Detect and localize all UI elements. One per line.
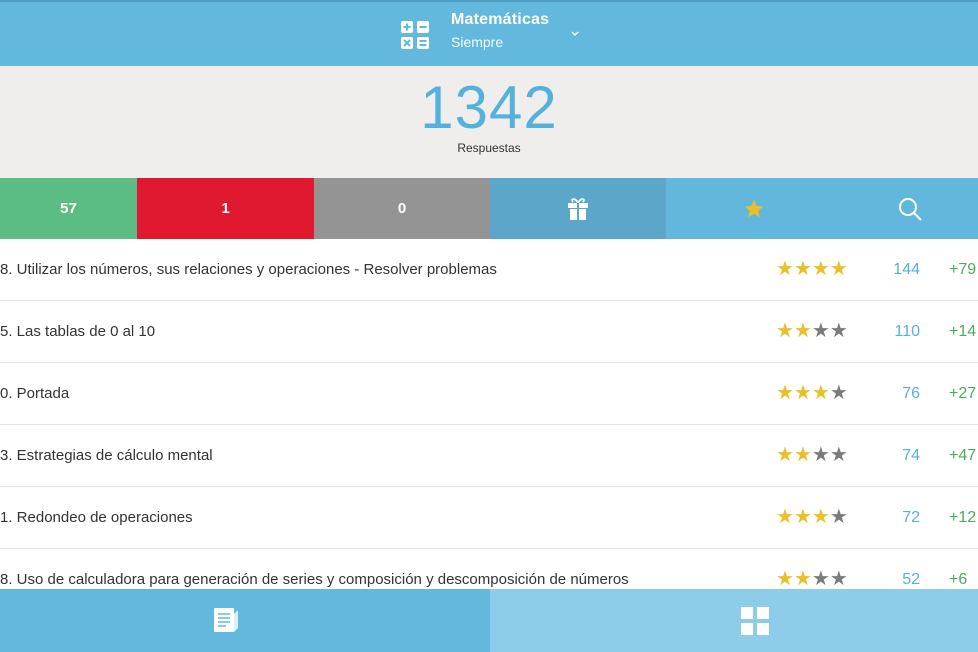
topic-label: 8. Uso de calculadora para generación de… [0, 571, 629, 588]
star-rating: ★★★★ [776, 256, 848, 281]
filter-skipped-button[interactable]: 0 [314, 178, 490, 239]
star-rating: ★★★★ [776, 504, 848, 529]
star-rating: ★★★★ [776, 318, 848, 343]
star-icon: ★ [793, 506, 812, 528]
filter-correct-button[interactable]: 57 [0, 178, 137, 239]
notebook-icon [214, 608, 238, 632]
topic-count: 52 [902, 571, 920, 588]
star-icon: ★ [811, 320, 830, 342]
star-rating: ★★★★ [776, 566, 848, 589]
star-icon: ★ [829, 506, 848, 528]
topic-delta: +79 [949, 261, 977, 278]
calculator-icon [401, 21, 429, 49]
star-icon: ★ [811, 568, 830, 589]
skipped-count: 0 [397, 200, 407, 217]
filter-search-button[interactable] [842, 178, 978, 239]
grid-icon [741, 607, 769, 635]
filter-wrong-button[interactable]: 1 [137, 178, 314, 239]
star-icon: ★ [811, 444, 830, 466]
star-rating: ★★★★ [776, 442, 848, 467]
filter-bar: 57 1 0 [0, 178, 978, 239]
bottom-nav [0, 589, 978, 652]
star-icon: ★ [776, 320, 794, 342]
topic-label: 5. Las tablas de 0 al 10 [0, 323, 156, 340]
period-subtitle: Siempre [451, 34, 504, 50]
star-icon: ★ [793, 320, 812, 342]
score-panel: 1342 Respuestas [0, 66, 978, 178]
topic-delta: +6 [949, 571, 968, 588]
app-header: Matemáticas Siempre [0, 0, 978, 66]
star-icon: ★ [811, 506, 830, 528]
topic-list: 8. Utilizar los números, sus relaciones … [0, 239, 978, 589]
list-item[interactable]: 5. Las tablas de 0 al 10 ★★★★ 110 +14 [0, 301, 978, 363]
tab-notes[interactable] [0, 589, 490, 652]
star-icon: ★ [776, 258, 794, 280]
star-icon: ★ [793, 258, 812, 280]
list-item[interactable]: 3. Estrategias de cálculo mental ★★★★ 74… [0, 425, 978, 487]
gift-icon [568, 197, 588, 220]
topic-count: 76 [902, 385, 920, 402]
star-icon: ★ [829, 258, 848, 280]
topic-count: 72 [902, 509, 920, 526]
topic-label: 3. Estrategias de cálculo mental [0, 447, 213, 464]
star-icon: ★ [829, 382, 848, 404]
answers-count: 1342 [420, 74, 558, 141]
chevron-down-icon[interactable] [568, 27, 582, 39]
star-icon: ★ [776, 568, 794, 589]
star-icon: ★ [829, 568, 848, 589]
star-rating: ★★★★ [776, 380, 848, 405]
star-icon: ★ [793, 382, 812, 404]
answers-label: Respuestas [457, 141, 521, 155]
subject-title: Matemáticas [451, 11, 550, 28]
star-icon: ★ [811, 258, 830, 280]
list-item[interactable]: 0. Portada ★★★★ 76 +27 [0, 363, 978, 425]
topic-label: 1. Redondeo de operaciones [0, 509, 193, 526]
star-icon [744, 199, 764, 217]
star-icon: ★ [793, 568, 812, 589]
topic-count: 110 [894, 323, 920, 340]
topic-count: 144 [893, 261, 920, 278]
topic-delta: +12 [949, 509, 977, 526]
star-icon: ★ [776, 506, 794, 528]
star-icon: ★ [829, 320, 848, 342]
topic-delta: +47 [949, 447, 977, 464]
topic-label: 0. Portada [0, 385, 70, 402]
list-item[interactable]: 8. Utilizar los números, sus relaciones … [0, 239, 978, 301]
filter-gift-button[interactable] [490, 178, 666, 239]
star-icon: ★ [776, 444, 794, 466]
wrong-count: 1 [221, 200, 230, 217]
list-item[interactable]: 1. Redondeo de operaciones ★★★★ 72 +12 [0, 487, 978, 549]
header-top-rule [0, 0, 978, 2]
tab-grid[interactable] [490, 589, 978, 652]
topic-label: 8. Utilizar los números, sus relaciones … [0, 261, 497, 278]
filter-favorites-button[interactable] [666, 178, 842, 239]
correct-count: 57 [60, 200, 77, 217]
topic-count: 74 [902, 447, 920, 464]
search-icon [899, 197, 922, 221]
star-icon: ★ [793, 444, 812, 466]
list-item[interactable]: 8. Uso de calculadora para generación de… [0, 549, 978, 589]
star-icon: ★ [829, 444, 848, 466]
topic-delta: +27 [949, 385, 977, 402]
star-icon: ★ [776, 382, 794, 404]
star-icon: ★ [811, 382, 830, 404]
topic-delta: +14 [949, 323, 977, 340]
subject-selector[interactable]: Matemáticas Siempre [451, 11, 549, 50]
